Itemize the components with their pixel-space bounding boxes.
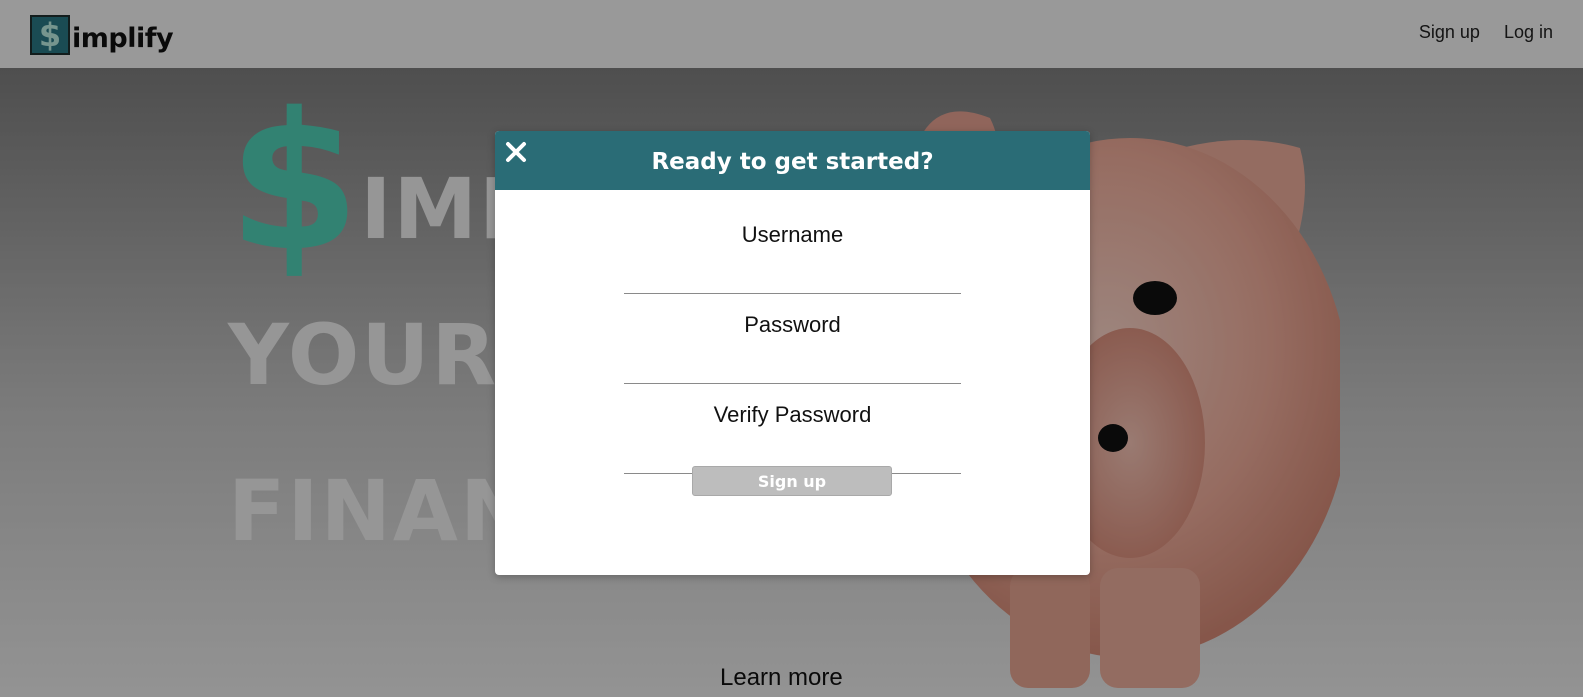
verify-password-field-group: Verify Password [624,370,961,474]
page: $ implify Sign up Log in $ YOUR FINANCES… [0,0,1583,697]
modal-title: Ready to get started? [651,148,934,175]
username-label: Username [741,222,844,247]
password-field-group: Password [624,280,961,384]
modal-header: Ready to get started? [495,131,1090,190]
verify-password-label: Verify Password [713,402,872,427]
signup-modal: Ready to get started? Username Password … [495,131,1090,575]
username-field-group: Username [624,190,961,294]
close-icon[interactable] [505,141,527,163]
password-label: Password [744,312,841,337]
signup-submit-button[interactable]: Sign up [692,466,892,496]
